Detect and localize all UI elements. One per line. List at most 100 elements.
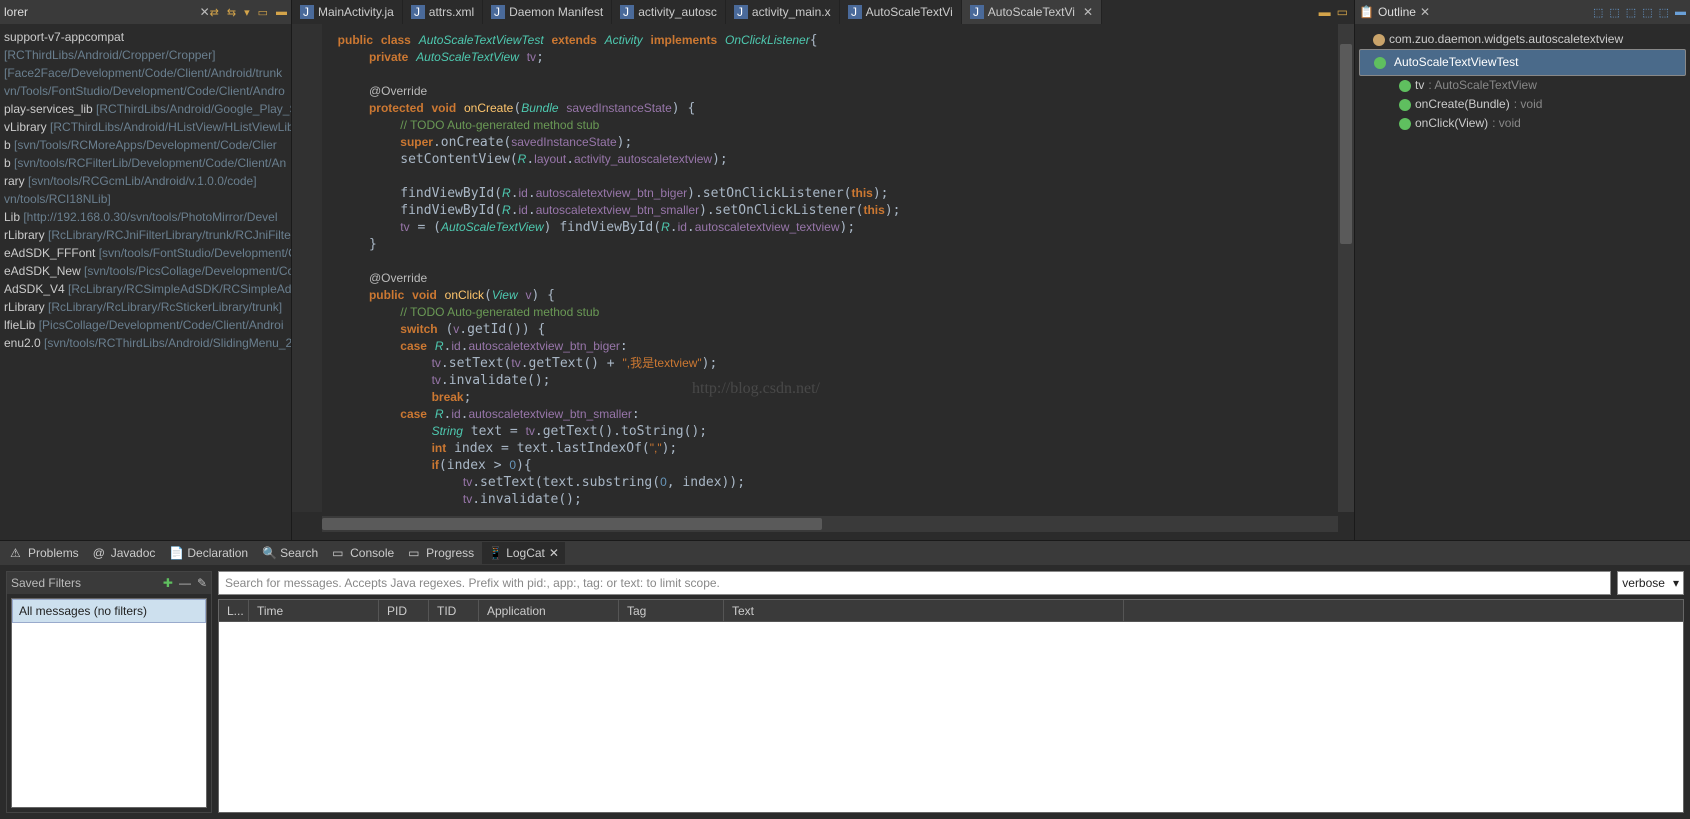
method-icon xyxy=(1399,118,1411,130)
explorer-item[interactable]: play-services_lib [RCThirdLibs/Android/G… xyxy=(0,100,291,118)
explorer-item[interactable]: rary [svn/tools/RCGcmLib/Android/v.1.0.0… xyxy=(0,172,291,190)
watermark: http://blog.csdn.net/ xyxy=(692,380,820,397)
close-icon[interactable]: ✕ xyxy=(1420,5,1430,19)
sort-icon[interactable]: ⬚ xyxy=(1593,6,1603,19)
close-icon[interactable]: ✕ xyxy=(549,546,559,560)
max-icon[interactable]: ▭ xyxy=(1337,5,1348,19)
table-header-cell[interactable]: Application xyxy=(479,600,619,622)
min-icon[interactable]: ▬ xyxy=(276,6,287,19)
bottom-tab-problems[interactable]: ⚠Problems xyxy=(4,542,85,564)
editor-tab[interactable]: Jactivity_autosc xyxy=(612,0,726,24)
explorer-item[interactable]: Lib [http://192.168.0.30/svn/tools/Photo… xyxy=(0,208,291,226)
svg-text:J: J xyxy=(737,5,743,19)
table-header-cell[interactable]: PID xyxy=(379,600,429,622)
outline-title: Outline xyxy=(1378,5,1416,19)
outline-icon: 📋 xyxy=(1359,5,1374,19)
package-explorer: lorer ✕ ⇄ ⇆ ▾ ▭ ▬ support-v7-appcompat[R… xyxy=(0,0,292,540)
link-icon[interactable]: ⇆ xyxy=(227,6,236,19)
editor-tab[interactable]: Jattrs.xml xyxy=(403,0,483,24)
collapse-icon[interactable]: ⇄ xyxy=(210,6,219,19)
logcat-table[interactable]: L...TimePIDTIDApplicationTagText xyxy=(218,599,1684,813)
explorer-item[interactable]: [RCThirdLibs/Android/Cropper/Cropper] xyxy=(0,46,291,64)
vertical-scrollbar[interactable] xyxy=(1338,24,1354,512)
bottom-tab-logcat[interactable]: 📱LogCat ✕ xyxy=(482,542,565,564)
filter-icon[interactable]: ▾ xyxy=(244,6,250,19)
editor-tab[interactable]: JAutoScaleTextVi xyxy=(840,0,962,24)
table-header-cell[interactable]: TID xyxy=(429,600,479,622)
java-file-icon: J xyxy=(491,5,505,19)
java-file-icon: J xyxy=(411,5,425,19)
add-filter-icon[interactable]: ✚ xyxy=(163,576,173,590)
close-icon[interactable]: ✕ xyxy=(1083,5,1093,19)
filter-item[interactable]: All messages (no filters) xyxy=(12,599,206,623)
explorer-item[interactable]: rLibrary [RcLibrary/RCJniFilterLibrary/t… xyxy=(0,226,291,244)
tab-icon: @ xyxy=(93,546,107,560)
tab-icon: 📱 xyxy=(488,546,502,560)
method-icon xyxy=(1399,99,1411,111)
explorer-item[interactable]: support-v7-appcompat xyxy=(0,28,291,46)
min-icon[interactable]: ▬ xyxy=(1675,6,1686,19)
edit-filter-icon[interactable]: ✎ xyxy=(197,576,207,590)
java-file-icon: J xyxy=(970,5,984,19)
java-file-icon: J xyxy=(300,5,314,19)
explorer-item[interactable]: eAdSDK_FFFont [svn/tools/FontStudio/Deve… xyxy=(0,244,291,262)
outline-header: 📋 Outline ✕ ⬚ ⬚ ⬚ ⬚ ⬚ ▬ xyxy=(1355,0,1690,24)
outline-class[interactable]: AutoScaleTextViewTest xyxy=(1359,49,1686,76)
explorer-item[interactable]: b [svn/Tools/RCMoreApps/Development/Code… xyxy=(0,136,291,154)
svg-text:J: J xyxy=(303,5,309,19)
explorer-item[interactable]: eAdSDK_New [svn/tools/PicsCollage/Develo… xyxy=(0,262,291,280)
min-icon[interactable]: ▬ xyxy=(1319,5,1331,19)
close-icon[interactable]: ✕ xyxy=(200,5,210,19)
explorer-item[interactable]: lfieLib [PicsCollage/Development/Code/Cl… xyxy=(0,316,291,334)
outline-label: AutoScaleTextViewTest xyxy=(1394,53,1519,72)
bottom-tab-search[interactable]: 🔍Search xyxy=(256,542,324,564)
svg-text:J: J xyxy=(623,5,629,19)
bottom-tab-progress[interactable]: ▭Progress xyxy=(402,542,480,564)
explorer-item[interactable]: enu2.0 [svn/tools/RCThirdLibs/Android/Sl… xyxy=(0,334,291,352)
svg-text:J: J xyxy=(494,5,500,19)
menu-icon[interactable]: ▭ xyxy=(258,6,268,19)
bottom-tabs: ⚠Problems@Javadoc📄Declaration🔍Search▭Con… xyxy=(0,541,1690,565)
code-editor[interactable]: public class AutoScaleTextViewTest exten… xyxy=(322,24,1338,512)
editor-tab[interactable]: JAutoScaleTextVi✕ xyxy=(962,0,1102,24)
editor-tab[interactable]: JDaemon Manifest xyxy=(483,0,612,24)
explorer-item[interactable]: vn/Tools/FontStudio/Development/Code/Cli… xyxy=(0,82,291,100)
logcat-search-input[interactable]: Search for messages. Accepts Java regexe… xyxy=(218,571,1611,595)
table-header-cell[interactable]: Time xyxy=(249,600,379,622)
bottom-tab-javadoc[interactable]: @Javadoc xyxy=(87,542,162,564)
outline-member[interactable]: onCreate(Bundle) : void xyxy=(1359,95,1686,114)
log-level-select[interactable]: verbose▾ xyxy=(1617,571,1684,595)
outline-package[interactable]: com.zuo.daemon.widgets.autoscaletextview xyxy=(1359,30,1686,49)
table-header-cell[interactable]: Tag xyxy=(619,600,724,622)
explorer-item[interactable]: b [svn/tools/RCFilterLib/Development/Cod… xyxy=(0,154,291,172)
bottom-panel: ⚠Problems@Javadoc📄Declaration🔍Search▭Con… xyxy=(0,540,1690,819)
filters-list[interactable]: All messages (no filters) xyxy=(11,598,207,808)
explorer-item[interactable]: vn/tools/RCI18NLib] xyxy=(0,190,291,208)
svg-text:J: J xyxy=(851,5,857,19)
outline-member[interactable]: onClick(View) : void xyxy=(1359,114,1686,133)
tool-icon[interactable]: ⬚ xyxy=(1626,6,1636,19)
explorer-item[interactable]: vLibrary [RCThirdLibs/Android/HListView/… xyxy=(0,118,291,136)
bottom-tab-console[interactable]: ▭Console xyxy=(326,542,400,564)
remove-filter-icon[interactable]: — xyxy=(179,576,191,590)
explorer-item[interactable]: AdSDK_V4 [RcLibrary/RCSimpleAdSDK/RCSimp… xyxy=(0,280,291,298)
editor-tab[interactable]: JMainActivity.ja xyxy=(292,0,403,24)
explorer-header: lorer ✕ ⇄ ⇆ ▾ ▭ ▬ xyxy=(0,0,291,24)
tab-icon: 🔍 xyxy=(262,546,276,560)
outline-tree[interactable]: com.zuo.daemon.widgets.autoscaletextview… xyxy=(1355,24,1690,139)
explorer-item[interactable]: [Face2Face/Development/Code/Client/Andro… xyxy=(0,64,291,82)
horizontal-scrollbar[interactable] xyxy=(322,516,1338,532)
logcat-main: Search for messages. Accepts Java regexe… xyxy=(218,571,1684,813)
tool-icon[interactable]: ⬚ xyxy=(1659,6,1669,19)
tool-icon[interactable]: ⬚ xyxy=(1642,6,1652,19)
tool-icon[interactable]: ⬚ xyxy=(1609,6,1619,19)
explorer-item[interactable]: rLibrary [RcLibrary/RcLibrary/RcStickerL… xyxy=(0,298,291,316)
bottom-tab-declaration[interactable]: 📄Declaration xyxy=(163,542,254,564)
outline-member[interactable]: tv : AutoScaleTextView xyxy=(1359,76,1686,95)
editor-tab[interactable]: Jactivity_main.x xyxy=(726,0,840,24)
explorer-tree[interactable]: support-v7-appcompat[RCThirdLibs/Android… xyxy=(0,24,291,540)
table-header-cell[interactable]: L... xyxy=(219,600,249,622)
class-icon xyxy=(1374,57,1386,69)
table-header-cell[interactable]: Text xyxy=(724,600,1124,622)
logcat-content: Saved Filters ✚ — ✎ All messages (no fil… xyxy=(0,565,1690,819)
